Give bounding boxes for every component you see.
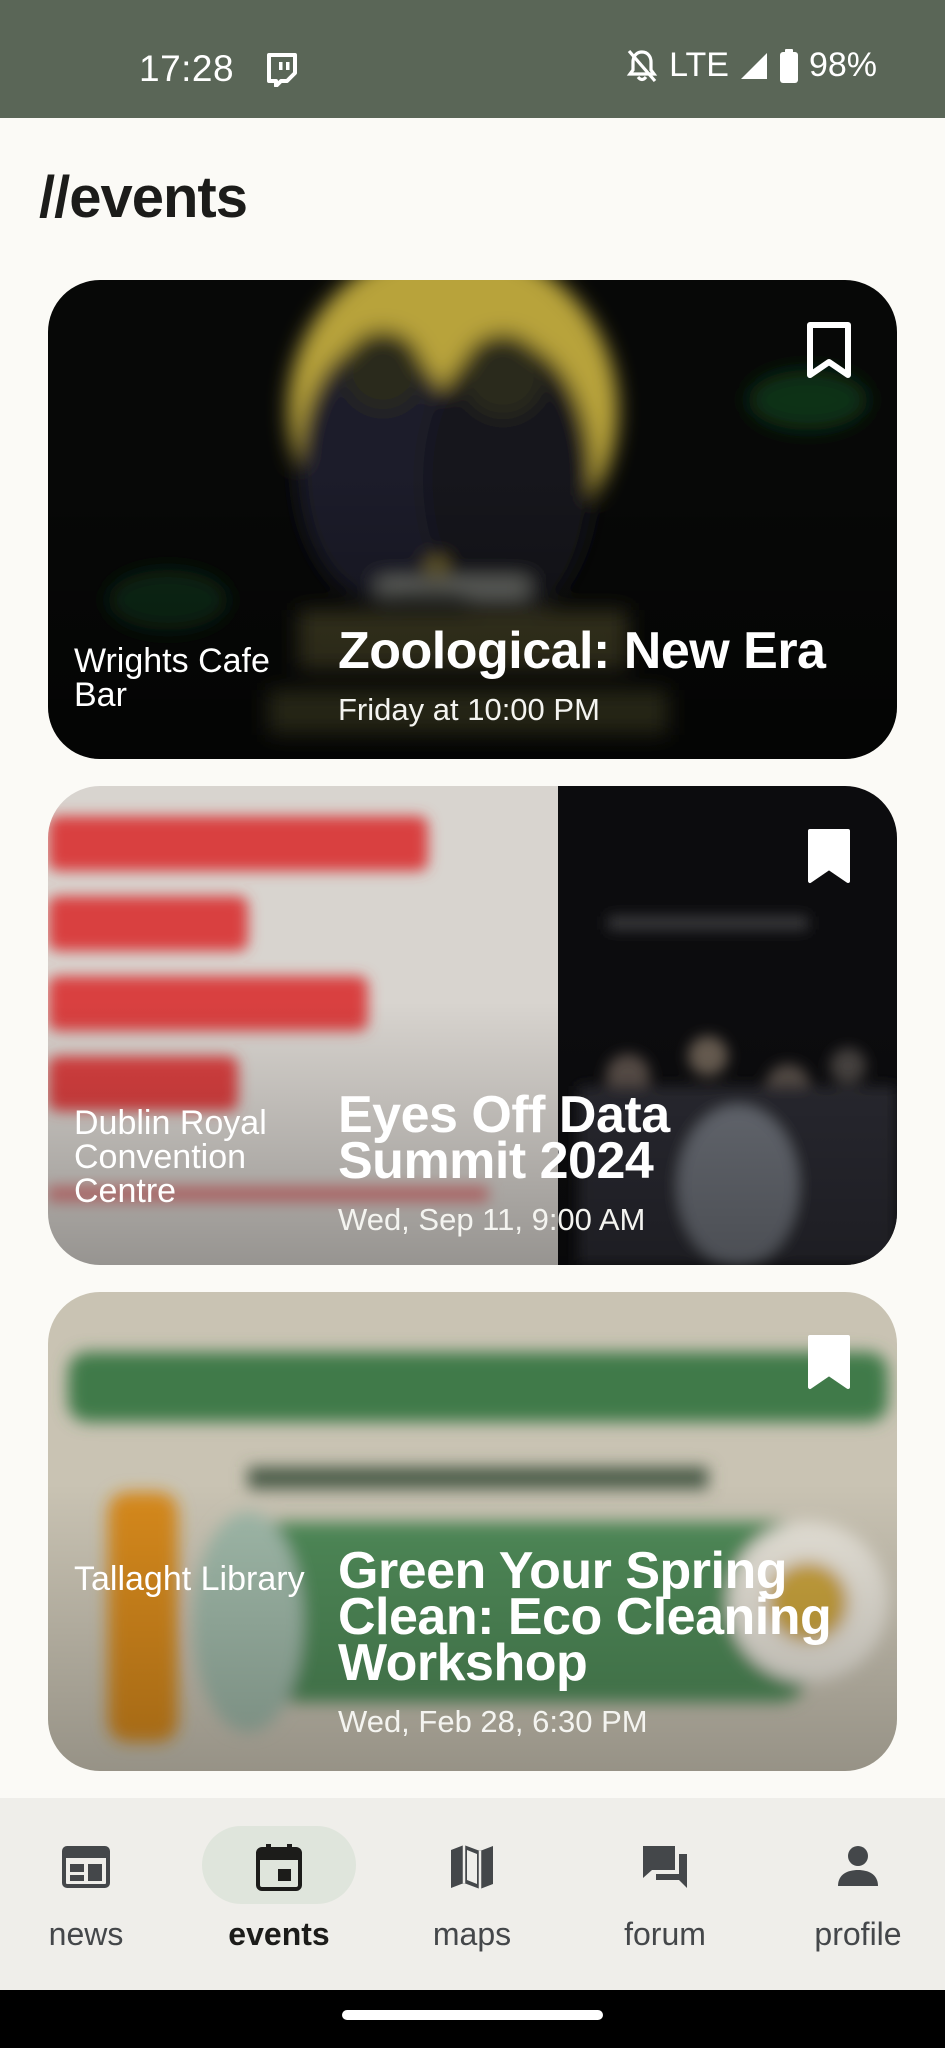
event-date: Wed, Feb 28, 6:30 PM xyxy=(338,1704,648,1739)
nav-item-news[interactable]: news xyxy=(6,1826,166,1966)
event-card-eyes-off-data-summit[interactable]: Dublin Royal Convention Centre Eyes Off … xyxy=(48,786,897,1265)
nav-item-maps[interactable]: maps xyxy=(392,1826,552,1966)
nav-item-forum[interactable]: forum xyxy=(585,1826,745,1966)
calendar-icon xyxy=(254,1842,304,1892)
nav-label: forum xyxy=(624,1916,706,1952)
network-type: LTE xyxy=(669,46,729,84)
nav-label: maps xyxy=(432,1916,512,1952)
bottom-navigation: news events maps forum profile xyxy=(0,1798,945,1990)
nav-label: news xyxy=(48,1916,124,1952)
event-venue: Tallaght Library xyxy=(74,1560,305,1598)
nav-item-profile[interactable]: profile xyxy=(778,1826,938,1966)
bookmark-filled-icon[interactable] xyxy=(806,1334,852,1390)
event-venue: Dublin Royal Convention Centre xyxy=(74,1104,267,1210)
page-title: //events xyxy=(39,165,248,230)
event-title: Zoological: New Era xyxy=(338,622,826,680)
home-gesture-handle[interactable] xyxy=(342,2010,603,2020)
event-card-zoological[interactable]: Wrights Cafe Bar Zoological: New Era Fri… xyxy=(48,280,897,759)
nav-label: profile xyxy=(814,1916,902,1952)
status-bar: 17:28 LTE 98% xyxy=(0,0,945,118)
event-title: Eyes Off Data Summit 2024 xyxy=(338,1086,670,1190)
signal-icon xyxy=(739,51,769,81)
map-icon xyxy=(447,1842,497,1892)
event-date: Wed, Sep 11, 9:00 AM xyxy=(338,1202,646,1237)
battery-percent: 98% xyxy=(808,46,877,84)
event-date: Friday at 10:00 PM xyxy=(338,692,600,727)
nav-label: events xyxy=(228,1916,330,1952)
twitch-notification-icon xyxy=(266,53,298,88)
bookmark-filled-icon[interactable] xyxy=(806,828,852,884)
bookmark-outline-icon[interactable] xyxy=(806,322,852,378)
silent-mode-icon xyxy=(625,48,659,84)
person-icon xyxy=(833,1842,883,1892)
forum-icon xyxy=(640,1842,690,1892)
nav-item-events[interactable]: events xyxy=(199,1826,359,1966)
news-icon xyxy=(61,1842,111,1892)
status-time: 17:28 xyxy=(139,48,235,89)
event-venue: Wrights Cafe Bar xyxy=(74,642,270,714)
battery-icon xyxy=(779,48,799,83)
event-title: Green Your Spring Clean: Eco Cleaning Wo… xyxy=(338,1542,832,1692)
event-card-green-spring-clean[interactable]: Tallaght Library Green Your Spring Clean… xyxy=(48,1292,897,1771)
